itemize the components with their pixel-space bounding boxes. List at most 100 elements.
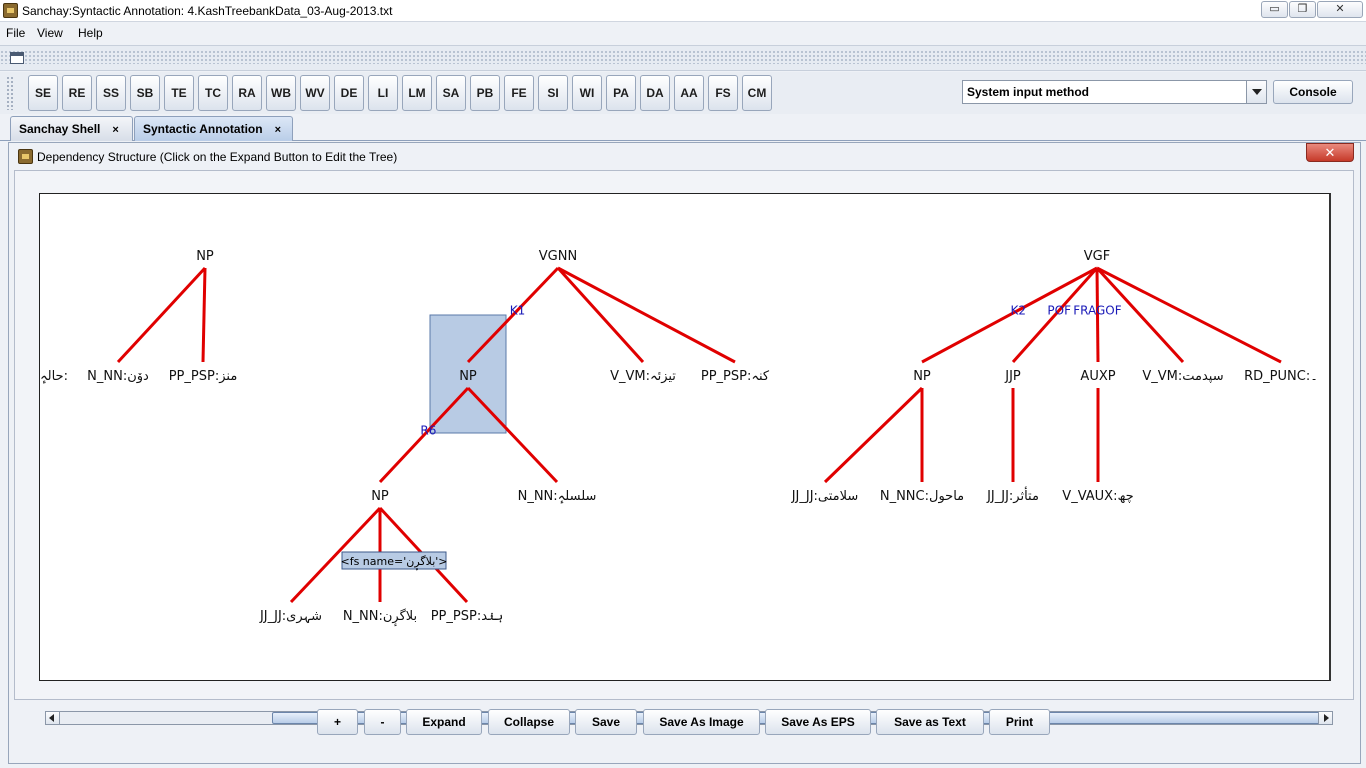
scroll-left-icon[interactable] [46, 712, 60, 724]
tree-edge [116, 266, 207, 364]
tool-button-fs[interactable]: FS [708, 75, 738, 111]
toolbar-grip [6, 76, 14, 110]
app-icon [3, 3, 18, 18]
tab-label: Sanchay Shell [19, 122, 101, 136]
toolbar-grip [0, 50, 1366, 64]
tool-button-wb[interactable]: WB [266, 75, 296, 111]
tool-button-pa[interactable]: PA [606, 75, 636, 111]
save-as-eps-button[interactable]: Save As EPS [765, 709, 871, 735]
tool-button-ra[interactable]: RA [232, 75, 262, 111]
tree-node-psp1[interactable]: PP_PSP:منز [169, 369, 238, 384]
tab-sanchay-shell[interactable]: Sanchay Shell × [10, 116, 133, 141]
panel-title-bar: Dependency Structure (Click on the Expan… [9, 143, 1360, 169]
relation-label: POF [1047, 303, 1071, 317]
feature-structure-tooltip: <fs name='بلاگرٕن'> [340, 551, 448, 571]
tool-button-re[interactable]: RE [62, 75, 92, 111]
tree-node-vm2[interactable]: V_VM:سپدمت [1142, 369, 1223, 384]
window-title: Sanchay:Syntactic Annotation: 4.KashTree… [22, 4, 393, 18]
tree-node-vaux[interactable]: V_VAUX:چھ [1062, 489, 1133, 504]
close-panel-button[interactable]: ✕ [1306, 143, 1354, 162]
tree-edge [823, 386, 924, 484]
tree-edge [466, 386, 559, 484]
tool-button-sb[interactable]: SB [130, 75, 160, 111]
title-bar: Sanchay:Syntactic Annotation: 4.KashTree… [0, 0, 1366, 22]
tree-view-container: K1 R6 K2 POF FRAGOF NP حالہٕ: N_NN:دوٚن PP_PSP:م… [14, 170, 1354, 725]
tree-node-punc[interactable]: RD_PUNC:۔ [1244, 369, 1318, 384]
tree-node-nnc[interactable]: N_NNC:ماحول [880, 489, 964, 504]
tree-node-np4[interactable]: NP [913, 369, 931, 384]
tool-button-te[interactable]: TE [164, 75, 194, 111]
tool-button-sa[interactable]: SA [436, 75, 466, 111]
print-button[interactable]: Print [989, 709, 1050, 735]
tree-node-psp3[interactable]: PP_PSP:ہنٛد [431, 609, 504, 624]
panel-title: Dependency Structure (Click on the Expan… [37, 150, 398, 164]
tree-node-jj3[interactable]: JJ_JJ:متأثر [986, 486, 1039, 504]
tree-node-np1[interactable]: NP [196, 249, 214, 264]
relation-label: K1 [510, 303, 526, 317]
tool-button-si[interactable]: SI [538, 75, 568, 111]
maximize-button[interactable]: ❐ [1289, 1, 1316, 18]
tree-edge [557, 266, 736, 364]
dependency-tree[interactable]: K1 R6 K2 POF FRAGOF NP حالہٕ: N_NN:دوٚن PP_PSP:م… [40, 194, 1329, 680]
window-frame-icon[interactable] [10, 52, 24, 64]
tree-node-vm1[interactable]: V_VM:تیزئہ [610, 369, 676, 384]
relation-label: K2 [1010, 303, 1026, 317]
tree-node-nn2[interactable]: N_NN:سلسلہٕ [518, 489, 597, 504]
tool-button-wv[interactable]: WV [300, 75, 330, 111]
tree-node-np3[interactable]: NP [371, 489, 389, 504]
tree-canvas[interactable]: K1 R6 K2 POF FRAGOF NP حالہٕ: N_NN:دوٚن PP_PSP:م… [39, 193, 1331, 681]
tree-node-auxp[interactable]: AUXP [1080, 369, 1115, 384]
tab-label: Syntactic Annotation [143, 122, 263, 136]
close-icon[interactable]: × [112, 124, 118, 136]
chevron-down-icon[interactable] [1246, 81, 1266, 103]
expand-button[interactable]: Expand [406, 709, 482, 735]
zoom-in-button[interactable]: + [317, 709, 358, 735]
menu-help[interactable]: Help [78, 26, 103, 40]
input-method-select[interactable]: System input method [962, 80, 1267, 104]
save-button[interactable]: Save [575, 709, 637, 735]
scroll-right-icon[interactable] [1318, 712, 1332, 724]
menu-bar: File View Help [0, 23, 1366, 43]
relation-label: FRAGOF [1073, 303, 1121, 317]
tree-node-jjp[interactable]: JJP [1004, 369, 1021, 384]
tree-edge [201, 267, 207, 363]
tool-button-wi[interactable]: WI [572, 75, 602, 111]
save-as-text-button[interactable]: Save as Text [876, 709, 984, 735]
tree-node-hal[interactable]: حالہٕ: [40, 369, 68, 384]
tool-button-lm[interactable]: LM [402, 75, 432, 111]
tree-node-nn3[interactable]: N_NN:بلاگرٕن [343, 608, 417, 626]
tree-node-jj1[interactable]: JJ_JJ:شہری [259, 609, 322, 624]
menu-file[interactable]: File [6, 26, 25, 40]
tree-node-psp2[interactable]: PP_PSP:کنہ [701, 369, 770, 384]
menu-view[interactable]: View [37, 26, 63, 40]
tab-syntactic-annotation[interactable]: Syntactic Annotation × [134, 116, 293, 141]
tree-node-np2[interactable]: NP [459, 369, 477, 384]
tree-edge [556, 266, 645, 364]
tool-button-cm[interactable]: CM [742, 75, 772, 111]
save-as-image-button[interactable]: Save As Image [643, 709, 760, 735]
tree-edge [1096, 266, 1282, 364]
close-icon[interactable]: × [275, 124, 281, 136]
tool-button-pb[interactable]: PB [470, 75, 500, 111]
minimize-button[interactable]: ▭ [1261, 1, 1288, 18]
close-window-button[interactable]: ✕ [1317, 1, 1363, 18]
input-method-value: System input method [967, 85, 1090, 99]
zoom-out-button[interactable]: - [364, 709, 401, 735]
tree-node-vgnn[interactable]: VGNN [539, 249, 577, 264]
tool-button-li[interactable]: LI [368, 75, 398, 111]
tree-node-nn1[interactable]: N_NN:دوٚن [87, 369, 149, 384]
tool-button-da[interactable]: DA [640, 75, 670, 111]
frame-toolbar [0, 45, 1366, 71]
collapse-button[interactable]: Collapse [488, 709, 570, 735]
tool-button-fe[interactable]: FE [504, 75, 534, 111]
tab-bar: Sanchay Shell × Syntactic Annotation × [0, 115, 1366, 141]
dependency-structure-panel: Dependency Structure (Click on the Expan… [8, 142, 1361, 764]
tool-button-ss[interactable]: SS [96, 75, 126, 111]
tool-button-aa[interactable]: AA [674, 75, 704, 111]
console-button[interactable]: Console [1273, 80, 1353, 104]
tree-node-jj2[interactable]: JJ_JJ:سلامتی [791, 489, 859, 504]
tree-node-vgf[interactable]: VGF [1084, 249, 1110, 264]
tool-button-de[interactable]: DE [334, 75, 364, 111]
tool-button-se[interactable]: SE [28, 75, 58, 111]
tool-button-tc[interactable]: TC [198, 75, 228, 111]
